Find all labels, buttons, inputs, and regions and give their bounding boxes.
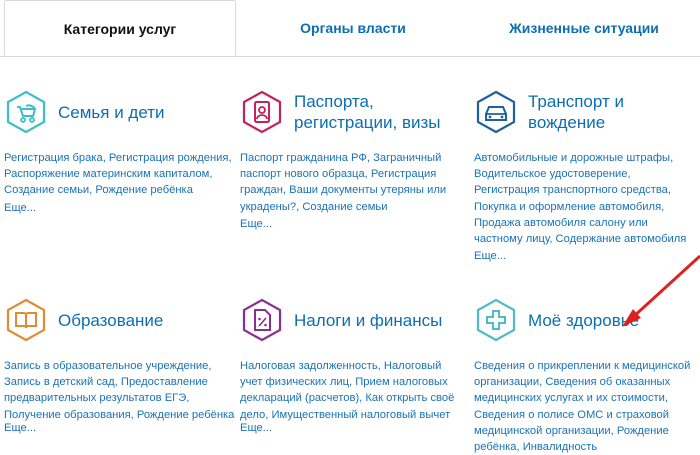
category-family-link[interactable]: Семья и дети <box>4 90 165 134</box>
category-description[interactable]: Сведения о прикреплении к медицинской ор… <box>474 358 696 455</box>
category-transport-link[interactable]: Транспорт и вождение <box>474 90 700 134</box>
category-description[interactable]: Паспорт гражданина РФ, Заграничный паспо… <box>240 150 452 215</box>
category-description[interactable]: Регистрация брака, Регистрация рождения,… <box>4 150 232 199</box>
tab-authorities[interactable]: Органы власти <box>238 0 468 56</box>
category-title: Семья и дети <box>58 102 165 122</box>
category-title: Паспорта, регистрации, визы <box>294 92 441 132</box>
category-tabs: Категории услуг Органы власти Жизненные … <box>0 0 700 57</box>
tab-life-situations[interactable]: Жизненные ситуации <box>470 0 698 56</box>
id-badge-icon <box>240 90 284 134</box>
category-health-link[interactable]: Моё здоровье <box>474 298 639 342</box>
stroller-icon <box>4 90 48 134</box>
category-title: Налоги и финансы <box>294 310 443 330</box>
category-title: Моё здоровье <box>528 310 640 330</box>
book-icon <box>4 298 48 342</box>
category-title: Образование <box>58 310 164 330</box>
more-link[interactable]: Еще... <box>240 218 272 230</box>
category-description[interactable]: Автомобильные и дорожные штрафы, Водител… <box>474 150 696 247</box>
more-link[interactable]: Еще... <box>474 250 506 262</box>
more-link[interactable]: Еще... <box>4 422 36 434</box>
category-education-link[interactable]: Образование <box>4 298 163 342</box>
car-icon <box>474 90 518 134</box>
medical-cross-icon <box>474 298 518 342</box>
category-passport-link[interactable]: Паспорта, регистрации, визы <box>240 90 454 134</box>
more-link[interactable]: Еще... <box>4 202 36 214</box>
category-description[interactable]: Запись в образовательное учреждение, Зап… <box>4 358 236 423</box>
category-taxes-link[interactable]: Налоги и финансы <box>240 298 442 342</box>
tax-document-icon <box>240 298 284 342</box>
tab-service-categories[interactable]: Категории услуг <box>4 0 236 56</box>
more-link[interactable]: Еще... <box>240 422 272 434</box>
category-description[interactable]: Налоговая задолженность, Налоговый учет … <box>240 358 465 423</box>
category-title: Транспорт и вождение <box>528 92 624 132</box>
